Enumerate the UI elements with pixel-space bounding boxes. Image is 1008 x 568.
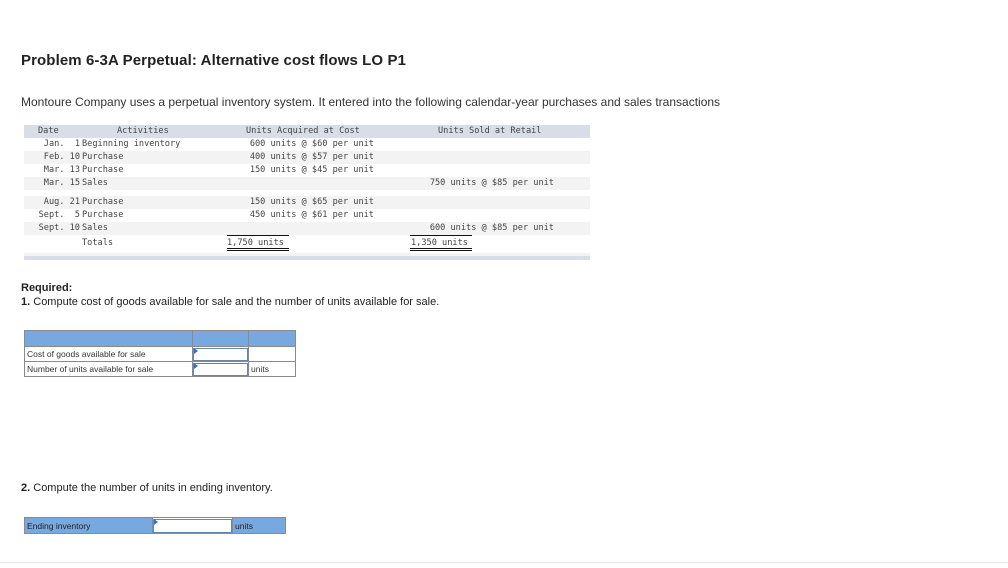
question-2-number: 2. <box>21 482 31 494</box>
header-sold: Units Sold at Retail <box>438 126 542 136</box>
footer-divider <box>0 562 1008 563</box>
row-activity: Purchase <box>82 152 124 162</box>
answer-row: Ending inventory units <box>24 517 286 534</box>
required-heading: Required: <box>21 282 73 294</box>
row-acquired: 150 units @ $45 per unit <box>249 165 374 175</box>
answer-table-header <box>24 330 296 347</box>
answer-label: Cost of goods available for sale <box>24 346 193 362</box>
table-row: Mar. 15 Sales 750 units @ $85 per unit <box>24 177 590 190</box>
page-title: Problem 6-3A Perpetual: Alternative cost… <box>21 52 407 69</box>
table-row: Sept. 10 Sales 600 units @ $85 per unit <box>24 222 590 235</box>
total-double-underline <box>227 248 289 251</box>
total-underline <box>227 235 289 236</box>
row-sold: 600 units @ $85 per unit <box>429 223 554 233</box>
totals-label: Totals <box>82 238 114 248</box>
row-acquired: 150 units @ $65 per unit <box>249 197 374 207</box>
header-activities: Activities <box>117 126 169 136</box>
total-double-underline <box>410 248 472 251</box>
required-section: Required: 1. Compute cost of goods avail… <box>21 281 439 309</box>
row-activity: Sales <box>82 223 108 233</box>
answer-table-2: Ending inventory units <box>24 517 286 534</box>
total-underline <box>410 235 472 236</box>
row-date: Sept. 10 <box>38 223 80 233</box>
row-date: Feb. 10 <box>43 152 80 162</box>
answer-unit: units <box>248 361 296 377</box>
row-date: Aug. 21 <box>43 197 80 207</box>
question-2: 2. Compute the number of units in ending… <box>21 482 273 494</box>
table-row: Feb. 10 Purchase 400 units @ $57 per uni… <box>24 151 590 164</box>
row-date: Mar. 15 <box>43 178 80 188</box>
answer-unit <box>248 346 296 362</box>
row-activity: Purchase <box>82 210 124 220</box>
question-2-text: Compute the number of units in ending in… <box>30 482 273 494</box>
table-footer-bar <box>24 256 590 260</box>
row-activity: Sales <box>82 178 108 188</box>
table-row: Aug. 21 Purchase 150 units @ $65 per uni… <box>24 196 590 209</box>
table-row: Sept. 5 Purchase 450 units @ $61 per uni… <box>24 209 590 222</box>
question-1-number: 1. <box>21 296 31 308</box>
row-date: Mar. 13 <box>43 165 80 175</box>
row-date: Jan. 1 <box>43 139 80 149</box>
row-activity: Purchase <box>82 165 124 175</box>
question-1: 1. Compute cost of goods available for s… <box>21 295 439 309</box>
row-activity: Purchase <box>82 197 124 207</box>
table-header: Date Activities Units Acquired at Cost U… <box>24 125 590 138</box>
answer-table-1: Cost of goods available for sale Number … <box>24 330 296 377</box>
answer-label: Number of units available for sale <box>24 361 193 377</box>
row-acquired: 450 units @ $61 per unit <box>249 210 374 220</box>
answer-unit: units <box>232 517 286 534</box>
header-acquired: Units Acquired at Cost <box>246 126 360 136</box>
units-available-input[interactable] <box>193 362 248 376</box>
totals-row: Totals 1,750 units 1,350 units <box>24 235 590 253</box>
row-date: Sept. 5 <box>38 210 80 220</box>
header-date: Date <box>38 126 59 136</box>
question-1-text: Compute cost of goods available for sale… <box>30 296 440 308</box>
row-sold: 750 units @ $85 per unit <box>429 178 554 188</box>
ending-inventory-input[interactable] <box>153 518 232 533</box>
cost-of-goods-available-input[interactable] <box>193 347 248 361</box>
row-acquired: 400 units @ $57 per unit <box>249 152 374 162</box>
answer-label: Ending inventory <box>24 517 153 534</box>
table-row: Jan. 1 Beginning inventory 600 units @ $… <box>24 138 590 151</box>
row-activity: Beginning inventory <box>82 139 181 149</box>
row-acquired: 600 units @ $60 per unit <box>249 139 374 149</box>
problem-intro: Montoure Company uses a perpetual invent… <box>21 95 721 109</box>
table-row: Mar. 13 Purchase 150 units @ $45 per uni… <box>24 164 590 177</box>
answer-row: Cost of goods available for sale <box>24 346 296 362</box>
answer-row: Number of units available for sale units <box>24 361 296 377</box>
